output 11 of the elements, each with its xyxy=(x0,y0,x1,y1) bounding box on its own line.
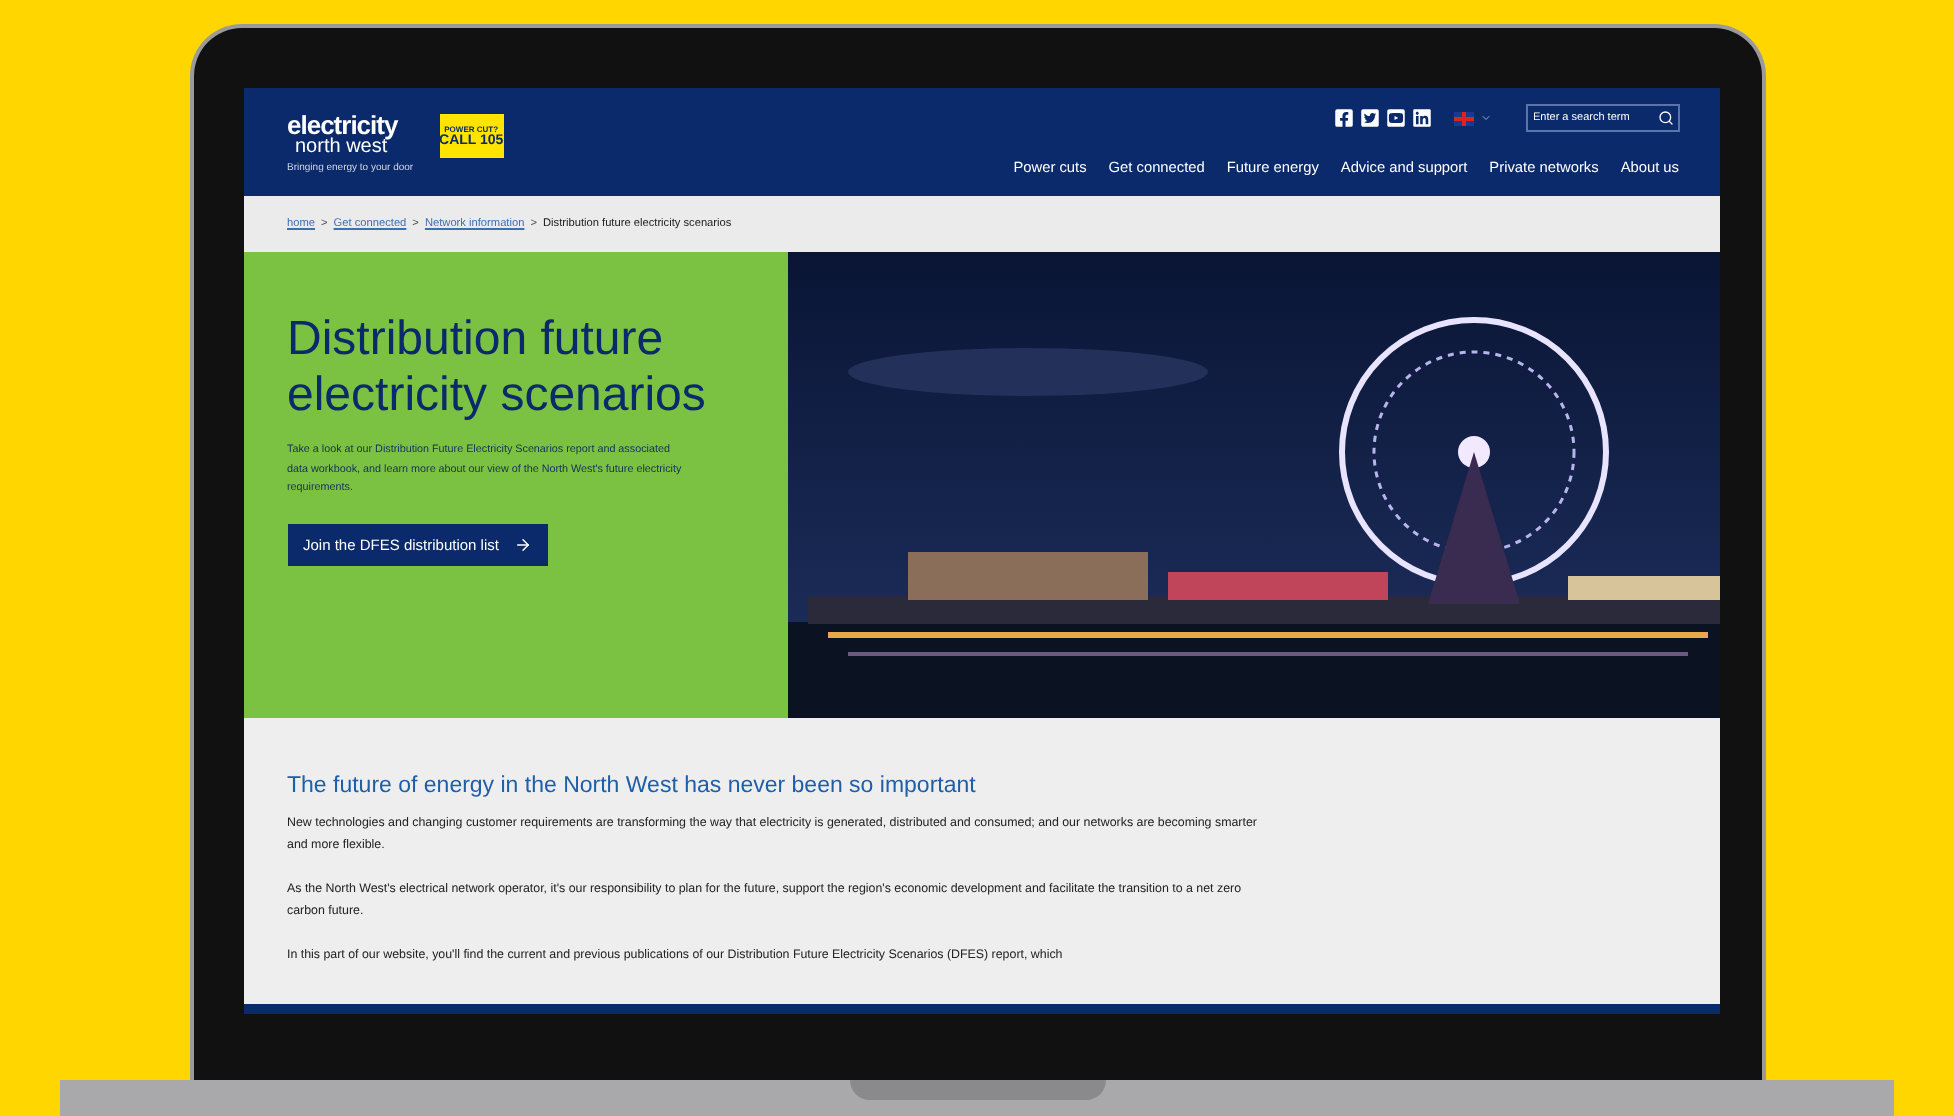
chevron-down-icon[interactable] xyxy=(1479,112,1491,124)
hero-title: Distribution future electricity scenarios xyxy=(287,312,707,423)
flag-icon[interactable] xyxy=(1453,111,1473,125)
twitter-icon[interactable] xyxy=(1359,108,1379,128)
section-heading: The future of energy in the North West has never been so important xyxy=(287,774,978,798)
facebook-icon[interactable] xyxy=(1333,108,1353,128)
youtube-icon[interactable] xyxy=(1385,108,1405,128)
logo-region: north west xyxy=(295,137,388,157)
linkedin-icon[interactable] xyxy=(1411,108,1431,128)
arrow-right-icon xyxy=(514,535,533,554)
logo-name: electricity xyxy=(287,111,400,137)
